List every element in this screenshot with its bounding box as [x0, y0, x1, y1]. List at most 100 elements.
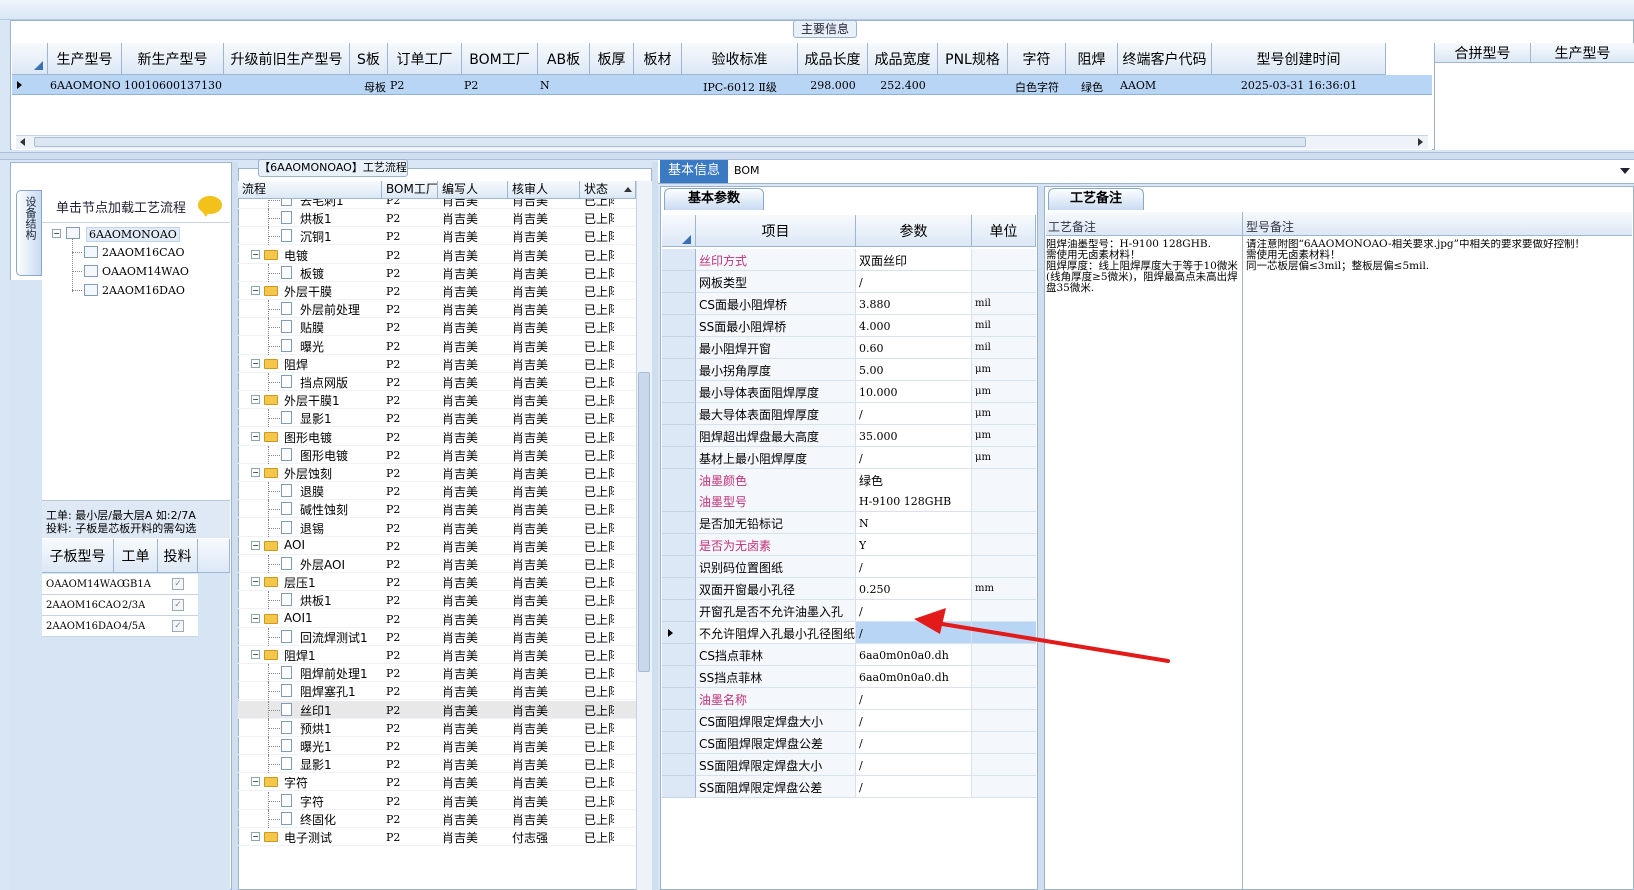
flow-column-header[interactable]: BOM工厂: [382, 181, 438, 199]
column-header[interactable]: AB板: [538, 43, 590, 75]
flow-step-row[interactable]: 退膜 P2 肖吉美 肖吉美 已上阵: [238, 482, 636, 501]
column-header[interactable]: 型号创建时间: [1212, 43, 1386, 75]
value-cell-bg[interactable]: [856, 556, 972, 579]
tree-node[interactable]: 2AAOM16CAO: [102, 246, 185, 259]
column-header[interactable]: PNL规格: [938, 43, 1008, 75]
tree-node[interactable]: OAAOM14WAO: [102, 265, 189, 278]
column-header[interactable]: 字符: [1008, 43, 1066, 75]
value-cell-bg[interactable]: [856, 731, 972, 754]
flow-step-row[interactable]: 阻焊前处理1 P2 肖吉美 肖吉美 已上阵: [238, 664, 636, 683]
flow-step-row[interactable]: 挡点网版 P2 肖吉美 肖吉美 已上阵: [238, 373, 636, 391]
feed-checkbox[interactable]: ✓: [172, 578, 184, 590]
params-row[interactable]: 双面开窗最小孔径 0.250 mm: [662, 578, 1036, 601]
tree-collapse-icon[interactable]: −: [251, 431, 260, 441]
tree-collapse-icon[interactable]: −: [251, 249, 260, 259]
sub-column-header[interactable]: 子板型号: [42, 539, 114, 573]
flow-column-header[interactable]: 编写人: [438, 181, 508, 199]
column-header[interactable]: 升级前旧生产型号: [224, 43, 350, 75]
params-row[interactable]: 最小导体表面阻焊厚度 10.000 μm: [662, 380, 1036, 403]
top-scroll-thumb[interactable]: [34, 137, 1306, 147]
value-cell-bg[interactable]: [856, 402, 972, 425]
sort-up-icon[interactable]: [624, 187, 632, 192]
scroll-right-arrow-icon[interactable]: [1418, 138, 1423, 146]
params-row[interactable]: SS面最小阻焊桥 4.000 mil: [662, 314, 1036, 337]
column-header[interactable]: 终端客户代码: [1118, 43, 1212, 75]
value-cell-bg[interactable]: [856, 270, 972, 293]
params-row[interactable]: 油墨型号 H-9100 128GHB: [662, 490, 1036, 513]
flow-group-row[interactable]: − 字符 P2 肖吉美 肖吉美 已上阵: [238, 773, 636, 792]
flow-step-row[interactable]: 碱性蚀刻 P2 肖吉美 肖吉美 已上阵: [238, 500, 636, 519]
tree-collapse-icon[interactable]: −: [251, 468, 260, 477]
tree-collapse-icon[interactable]: −: [251, 577, 260, 587]
flow-step-row[interactable]: 预烘1 P2 肖吉美 肖吉美 已上阵: [238, 718, 636, 737]
params-row[interactable]: CS面阻焊限定焊盘大小 /: [662, 709, 1036, 732]
merge-column-header[interactable]: 合拼型号: [1435, 43, 1531, 63]
flow-step-row[interactable]: 烘板1 P2 肖吉美 肖吉美 已上阵: [238, 591, 636, 610]
column-header[interactable]: 订单工厂: [388, 43, 462, 75]
params-row[interactable]: CS面最小阻焊桥 3.880 mil: [662, 292, 1036, 315]
value-cell-bg[interactable]: [856, 534, 972, 557]
flow-column-header[interactable]: 核审人: [508, 181, 580, 199]
flow-step-row[interactable]: 阻焊塞孔1 P2 肖吉美 肖吉美 已上阵: [238, 682, 636, 701]
column-header[interactable]: 板厚: [590, 43, 634, 75]
value-cell-bg[interactable]: [856, 688, 972, 710]
flow-step-row[interactable]: 烘板1 P2 肖吉美 肖吉美 已上阵: [238, 209, 636, 228]
params-row[interactable]: 丝印方式 双面丝印: [662, 249, 1036, 271]
params-row[interactable]: 最小阻焊开窗 0.60 mil: [662, 336, 1036, 359]
flow-step-row[interactable]: 退锡 P2 肖吉美 肖吉美 已上阵: [238, 518, 636, 537]
flow-group-row[interactable]: − 电镀 P2 肖吉美 肖吉美 已上阵: [238, 246, 636, 264]
flow-group-row[interactable]: − AOI1 P2 肖吉美 肖吉美 已上阵: [238, 610, 636, 628]
tree-collapse-icon[interactable]: −: [251, 540, 260, 550]
tree-collapse-icon[interactable]: −: [52, 229, 61, 238]
flow-step-row[interactable]: 图形电镀 P2 肖吉美 肖吉美 已上阵: [238, 445, 636, 464]
flow-column-header[interactable]: 流程: [238, 181, 382, 199]
scroll-left-arrow-icon[interactable]: [20, 138, 25, 146]
value-cell-bg[interactable]: [856, 775, 972, 798]
flow-scroll-thumb[interactable]: [638, 372, 650, 672]
params-column-header[interactable]: 参数: [856, 215, 972, 247]
flow-step-row[interactable]: 贴膜 P2 肖吉美 肖吉美 已上阵: [238, 318, 636, 337]
column-header[interactable]: 验收标准: [682, 43, 798, 75]
tree-collapse-icon[interactable]: −: [251, 286, 260, 295]
flow-group-row[interactable]: − 外层干膜 P2 肖吉美 肖吉美 已上阵: [238, 282, 636, 300]
tab-process-notes[interactable]: 工艺备注: [1048, 188, 1144, 210]
flow-step-row[interactable]: 终固化 P2 肖吉美 肖吉美 已上阵: [238, 809, 636, 828]
horizontal-splitter[interactable]: [0, 152, 1634, 160]
params-row[interactable]: SS面阻焊限定焊盘公差 /: [662, 775, 1036, 798]
params-row[interactable]: 油墨名称 /: [662, 688, 1036, 710]
value-cell-bg[interactable]: [856, 753, 972, 776]
params-row[interactable]: 最大导体表面阻焊厚度 / μm: [662, 402, 1036, 425]
value-cell-bg[interactable]: [856, 512, 972, 535]
params-row[interactable]: CS面阻焊限定焊盘公差 /: [662, 731, 1036, 754]
flow-group-row[interactable]: − 层压1 P2 肖吉美 肖吉美 已上阵: [238, 573, 636, 592]
column-header[interactable]: 阻焊: [1066, 43, 1118, 75]
flow-step-row[interactable]: 回流焊测试1 P2 肖吉美 肖吉美 已上阵: [238, 627, 636, 646]
flow-step-row[interactable]: 去毛刺1 P2 肖吉美 肖吉美 已上阵: [238, 199, 636, 209]
column-header[interactable]: 成品长度: [798, 43, 868, 75]
tree-collapse-icon[interactable]: −: [251, 650, 260, 659]
tree-collapse-icon[interactable]: −: [251, 395, 260, 405]
tab-menu-chevron-icon[interactable]: [1620, 168, 1630, 174]
params-row[interactable]: 识别码位置图纸 /: [662, 556, 1036, 579]
value-cell-bg[interactable]: [856, 709, 972, 732]
value-cell-bg[interactable]: [856, 446, 972, 469]
params-row[interactable]: 基材上最小阻焊厚度 / μm: [662, 446, 1036, 469]
process-notes-text[interactable]: [1046, 239, 1240, 889]
sub-column-header[interactable]: 投料: [158, 539, 198, 573]
flow-group-row[interactable]: − 外层干膜1 P2 肖吉美 肖吉美 已上阵: [238, 391, 636, 410]
feed-checkbox[interactable]: ✓: [172, 620, 184, 632]
merge-column-header[interactable]: 生产型号: [1531, 43, 1634, 63]
flow-group-row[interactable]: − 外层蚀刻 P2 肖吉美 肖吉美 已上阵: [238, 464, 636, 482]
tab-bom[interactable]: BOM: [734, 164, 760, 177]
tab-basic-params[interactable]: 基本参数: [664, 188, 764, 210]
tree-node[interactable]: 2AAOM16DAO: [102, 284, 185, 297]
model-notes-text[interactable]: [1246, 239, 1630, 889]
tree-collapse-icon[interactable]: −: [251, 613, 260, 623]
tree-node[interactable]: 6AAOMONOAO: [86, 227, 180, 242]
flow-step-row[interactable]: 板镀 P2 肖吉美 肖吉美 已上阵: [238, 263, 636, 282]
flow-step-row[interactable]: 沉铜1 P2 肖吉美 肖吉美 已上阵: [238, 227, 636, 246]
middle-splitter[interactable]: [652, 162, 658, 890]
flow-group-row[interactable]: − AOI P2 肖吉美 肖吉美 已上阵: [238, 537, 636, 555]
flow-step-row[interactable]: 曝光1 P2 肖吉美 肖吉美 已上阵: [238, 737, 636, 755]
params-row[interactable]: 是否为无卤素 Y: [662, 534, 1036, 557]
